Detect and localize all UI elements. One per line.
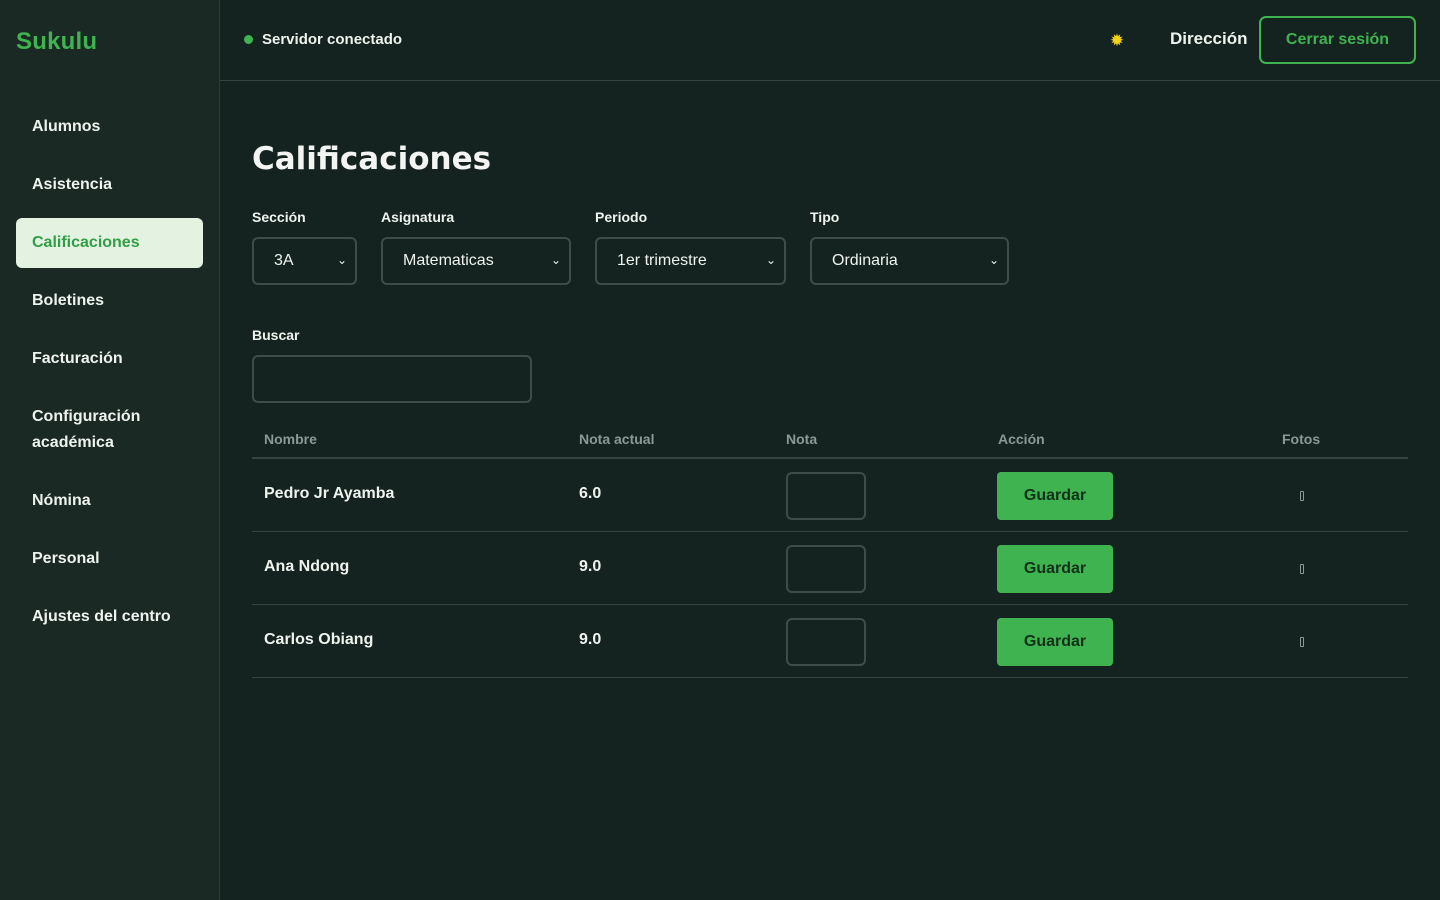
page-title: Calificaciones bbox=[252, 141, 492, 177]
tipo-select[interactable]: Ordinaria ⌄ bbox=[810, 237, 1009, 285]
asignatura-select-value: Matematicas bbox=[403, 252, 494, 269]
sidebar-item-personal[interactable]: Personal bbox=[16, 534, 203, 584]
brand-logo[interactable]: Sukulu bbox=[16, 28, 97, 56]
sidebar: Sukulu Alumnos Asistencia Calificaciones… bbox=[0, 0, 220, 900]
filter-tipo-label: Tipo bbox=[810, 209, 840, 225]
table-row: Pedro Jr Ayamba 6.0 Guardar bbox=[252, 459, 1408, 532]
chevron-down-icon: ⌄ bbox=[336, 253, 347, 267]
sidebar-item-ajustes-del-centro[interactable]: Ajustes del centro bbox=[16, 592, 203, 642]
grade-input[interactable] bbox=[786, 618, 866, 666]
column-header-nota: Nota bbox=[786, 431, 818, 447]
save-button[interactable]: Guardar bbox=[997, 545, 1113, 593]
student-name: Ana Ndong bbox=[264, 558, 350, 575]
sidebar-item-calificaciones[interactable]: Calificaciones bbox=[16, 218, 203, 268]
column-header-nombre: Nombre bbox=[264, 431, 317, 447]
sidebar-item-asistencia[interactable]: Asistencia bbox=[16, 160, 203, 210]
filter-asignatura: Asignatura Matematicas ⌄ bbox=[381, 209, 571, 285]
photo-icon[interactable] bbox=[1300, 491, 1304, 501]
chevron-down-icon: ⌄ bbox=[988, 253, 999, 267]
filter-tipo: Tipo Ordinaria ⌄ bbox=[810, 209, 1009, 285]
student-name: Pedro Jr Ayamba bbox=[264, 485, 395, 502]
current-grade: 9.0 bbox=[579, 558, 602, 575]
search-group: Buscar bbox=[252, 327, 532, 403]
filter-periodo-label: Periodo bbox=[595, 209, 648, 225]
sidebar-item-boletines[interactable]: Boletines bbox=[16, 276, 203, 326]
sun-icon[interactable]: ✹ bbox=[1109, 32, 1125, 49]
sidebar-nav: Alumnos Asistencia Calificaciones Boleti… bbox=[16, 102, 203, 650]
user-role: Dirección bbox=[1170, 29, 1248, 48]
column-header-nota-actual: Nota actual bbox=[579, 431, 655, 447]
chevron-down-icon: ⌄ bbox=[765, 253, 776, 267]
grade-input[interactable] bbox=[786, 545, 866, 593]
column-header-fotos: Fotos bbox=[1282, 431, 1321, 447]
current-grade: 9.0 bbox=[579, 631, 602, 648]
sidebar-item-alumnos[interactable]: Alumnos bbox=[16, 102, 203, 152]
current-grade: 6.0 bbox=[579, 485, 602, 502]
sidebar-item-nomina[interactable]: Nómina bbox=[16, 476, 203, 526]
grades-table: Nombre Nota actual Nota Acción Fotos Ped… bbox=[252, 424, 1408, 678]
seccion-select[interactable]: 3A ⌄ bbox=[252, 237, 357, 285]
status-text: Servidor conectado bbox=[262, 31, 403, 48]
periodo-select[interactable]: 1er trimestre ⌄ bbox=[595, 237, 786, 285]
table-row: Ana Ndong 9.0 Guardar bbox=[252, 532, 1408, 605]
logout-button[interactable]: Cerrar sesión bbox=[1259, 16, 1416, 64]
photo-icon[interactable] bbox=[1300, 564, 1304, 574]
save-button[interactable]: Guardar bbox=[997, 472, 1113, 520]
status-dot-icon bbox=[244, 35, 253, 44]
filter-seccion: Sección 3A ⌄ bbox=[252, 209, 357, 285]
periodo-select-value: 1er trimestre bbox=[617, 252, 707, 269]
top-bar: Servidor conectado ✹ Dirección Cerrar se… bbox=[220, 0, 1440, 81]
filter-periodo: Periodo 1er trimestre ⌄ bbox=[595, 209, 786, 285]
table-header: Nombre Nota actual Nota Acción Fotos bbox=[252, 424, 1408, 459]
filter-asignatura-label: Asignatura bbox=[381, 209, 455, 225]
sidebar-item-configuracion-academica[interactable]: Configuración académica bbox=[16, 392, 203, 468]
server-status: Servidor conectado bbox=[244, 31, 402, 48]
photo-icon[interactable] bbox=[1300, 637, 1304, 647]
column-header-accion: Acción bbox=[998, 431, 1045, 447]
student-name: Carlos Obiang bbox=[264, 631, 374, 648]
tipo-select-value: Ordinaria bbox=[832, 252, 898, 269]
sidebar-item-facturacion[interactable]: Facturación bbox=[16, 334, 203, 384]
seccion-select-value: 3A bbox=[274, 252, 294, 269]
search-label: Buscar bbox=[252, 327, 300, 343]
table-row: Carlos Obiang 9.0 Guardar bbox=[252, 605, 1408, 678]
asignatura-select[interactable]: Matematicas ⌄ bbox=[381, 237, 571, 285]
filter-seccion-label: Sección bbox=[252, 209, 306, 225]
save-button[interactable]: Guardar bbox=[997, 618, 1113, 666]
search-input[interactable] bbox=[252, 355, 532, 403]
grade-input[interactable] bbox=[786, 472, 866, 520]
chevron-down-icon: ⌄ bbox=[550, 253, 561, 267]
